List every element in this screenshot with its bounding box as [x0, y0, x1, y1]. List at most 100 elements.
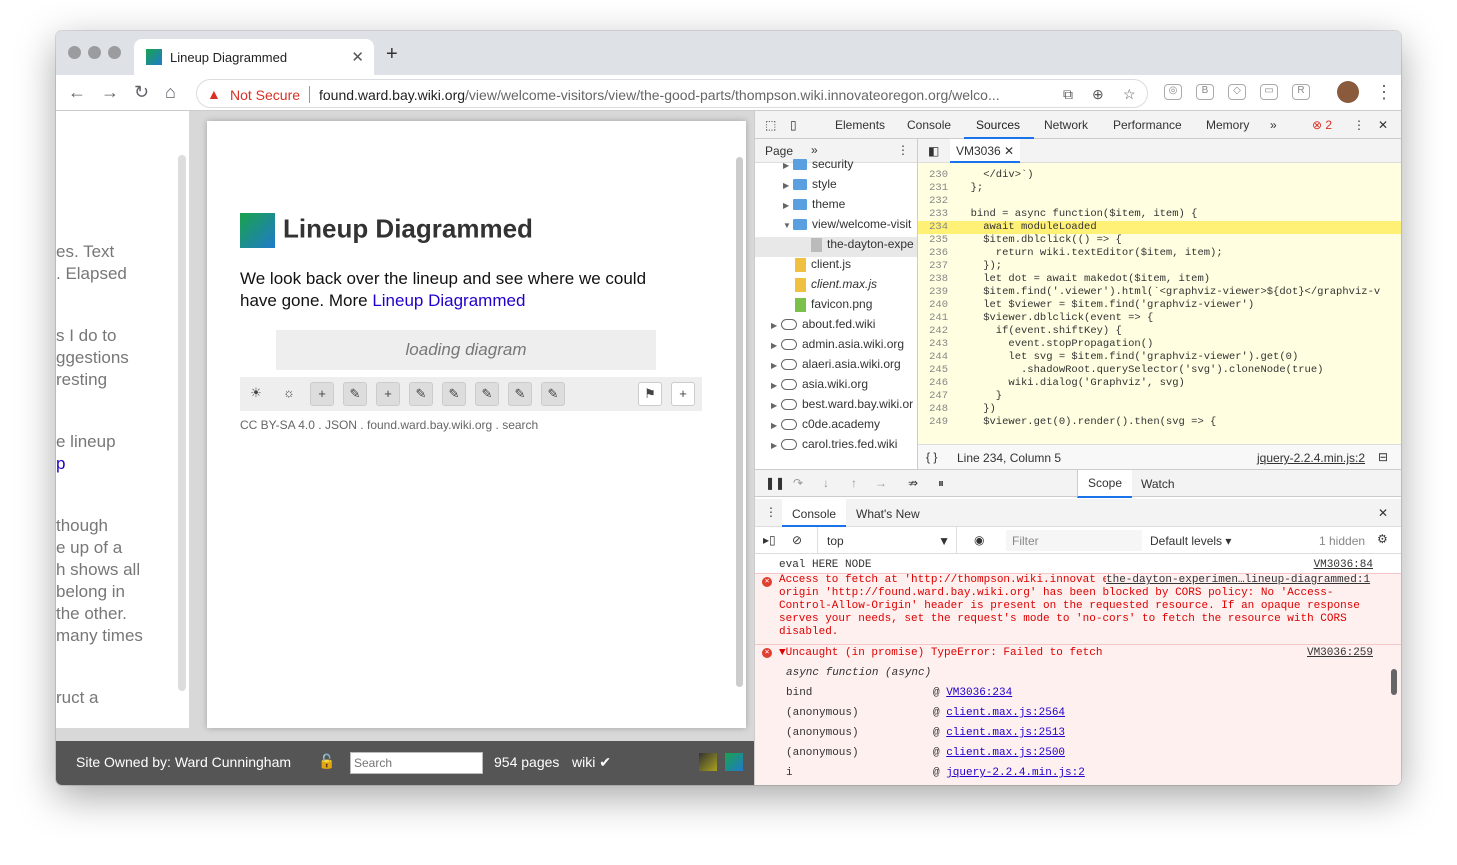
close-drawer-icon[interactable]: ✕ [1378, 506, 1388, 520]
tab-performance[interactable]: Performance [1113, 118, 1182, 132]
line-number[interactable]: 238 [918, 273, 948, 286]
deactivate-breakpoints-icon[interactable]: ⇏ [908, 476, 918, 490]
line-number[interactable]: 242 [918, 325, 948, 338]
left-link-line[interactable]: p [56, 453, 65, 475]
close-devtools-icon[interactable]: ✕ [1378, 118, 1388, 132]
code-line[interactable]: 237 }); [918, 260, 1401, 273]
drawer-menu-icon[interactable]: ⋮ [765, 505, 777, 519]
eye-icon[interactable]: ◉ [974, 533, 984, 547]
tree-folder[interactable]: ▶ theme [755, 197, 917, 217]
line-number[interactable]: 245 [918, 364, 948, 377]
tree-domain[interactable]: ▶ alaeri.asia.wiki.org [755, 357, 917, 377]
tree-folder[interactable]: ▶ style [755, 177, 917, 197]
line-number[interactable]: 244 [918, 351, 948, 364]
coverage-icon[interactable]: ⊟ [1378, 450, 1388, 464]
line-number[interactable]: 240 [918, 299, 948, 312]
code-line[interactable]: 231 }; [918, 182, 1401, 195]
tree-domain[interactable]: ▶ about.fed.wiki [755, 317, 917, 337]
fork-flag-icon[interactable]: ⚑ [638, 382, 662, 406]
extension-icon[interactable]: B [1196, 84, 1214, 100]
tab-console[interactable]: Console [907, 118, 951, 132]
error-count-badge[interactable]: ⊗ 2 [1312, 118, 1332, 132]
lock-icon[interactable]: 🔓 [318, 753, 335, 770]
code-line[interactable]: 235 $item.dblclick(() => { [918, 234, 1401, 247]
home-icon[interactable]: ⌂ [165, 82, 176, 103]
console-scrollbar[interactable] [1391, 669, 1397, 695]
more-tabs-icon[interactable]: » [1270, 118, 1277, 132]
site-link[interactable]: found.ward.bay.wiki.org [367, 418, 492, 432]
source-map-link[interactable]: jquery-2.2.4.min.js:2 [1257, 451, 1365, 465]
code-line[interactable]: 233 bind = async function($item, item) { [918, 208, 1401, 221]
line-number[interactable]: 249 [918, 416, 948, 429]
bookmark-star-icon[interactable]: ☆ [1123, 86, 1136, 103]
reload-icon[interactable]: ↻ [134, 82, 149, 103]
forward-icon[interactable]: → [101, 82, 119, 103]
edit-pencil-icon[interactable]: ✎ [343, 382, 367, 406]
neighbor-flag-icon[interactable] [699, 753, 717, 771]
license-link[interactable]: CC BY-SA 4.0 [240, 418, 315, 432]
edit-pencil-icon[interactable]: ✎ [508, 382, 532, 406]
add-factory-button[interactable]: + [671, 382, 695, 406]
code-line[interactable]: 244 let svg = $item.find('graphviz-viewe… [918, 351, 1401, 364]
context-select[interactable]: top ▼ [817, 527, 957, 554]
stack-location-link[interactable]: VM3036:234 [946, 687, 1012, 699]
step-out-icon[interactable]: ↑ [851, 476, 857, 490]
clear-console-icon[interactable]: ⊘ [792, 533, 802, 547]
url-text[interactable]: found.ward.bay.wiki.org/view/welcome-vis… [319, 87, 1039, 103]
tree-domain[interactable]: ▶ c0de.academy [755, 417, 917, 437]
inspect-icon[interactable]: ⬚ [765, 118, 776, 132]
code-line[interactable]: 239 $item.find('.viewer').html(`<graphvi… [918, 286, 1401, 299]
navigator-menu-icon[interactable]: ⋮ [897, 143, 909, 157]
add-item-button[interactable]: + [310, 382, 334, 406]
code-line[interactable]: 245 .shadowRoot.querySelector('svg').clo… [918, 364, 1401, 377]
tab-watch[interactable]: Watch [1141, 477, 1175, 491]
pause-exceptions-icon[interactable]: ⏸ [938, 476, 944, 491]
code-line[interactable]: 240 let $viewer = $item.find('graphviz-v… [918, 299, 1401, 312]
code-line[interactable]: 230 </div>`) [918, 169, 1401, 182]
sidebar-toggle-icon[interactable]: ▸▯ [763, 533, 776, 547]
tab-elements[interactable]: Elements [835, 118, 885, 132]
step-icon[interactable]: → [875, 476, 887, 490]
tree-domain[interactable]: ▶ carol.tries.fed.wiki [755, 437, 917, 457]
tree-file[interactable]: client.js [755, 257, 917, 277]
extension-icon[interactable]: ◇ [1228, 84, 1246, 100]
zoom-window-button[interactable] [108, 46, 121, 59]
line-number[interactable]: 247 [918, 390, 948, 403]
lineup-diagrammed-link[interactable]: Lineup Diagrammed [372, 291, 525, 310]
log-source-link[interactable]: VM3036:84 [1314, 559, 1373, 572]
pretty-print-icon[interactable]: { } [926, 450, 937, 464]
line-number[interactable]: 239 [918, 286, 948, 299]
new-tab-button[interactable]: + [386, 43, 398, 66]
uncaught-error-text[interactable]: ▼Uncaught (in promise) TypeError: Failed… [779, 645, 1373, 660]
tree-domain[interactable]: ▶ admin.asia.wiki.org [755, 337, 917, 357]
edit-pencil-icon[interactable]: ✎ [541, 382, 565, 406]
line-number[interactable]: 243 [918, 338, 948, 351]
code-line[interactable]: 242 if(event.shiftKey) { [918, 325, 1401, 338]
line-number[interactable]: 246 [918, 377, 948, 390]
stack-location-link[interactable]: client.max.js:2564 [946, 707, 1065, 719]
line-number[interactable]: 237 [918, 260, 948, 273]
code-line[interactable]: 249 $viewer.get(0).render().then(svg => … [918, 416, 1401, 429]
line-number[interactable]: 230 [918, 169, 948, 182]
stack-location-link[interactable]: jquery-2.2.4.min.js:2 [946, 767, 1085, 779]
tree-file[interactable]: favicon.png [755, 297, 917, 317]
code-area[interactable]: 230 </div>`) 231 }; 232 233 bind = async fu… [918, 163, 1401, 444]
menu-kebab-icon[interactable]: ⋮ [1375, 82, 1393, 103]
edit-pencil-icon[interactable]: ✎ [409, 382, 433, 406]
stack-location-link[interactable]: client.max.js:2500 [946, 747, 1065, 759]
close-file-icon[interactable]: ✕ [1004, 144, 1014, 158]
tree-folder[interactable]: ▶ security [755, 157, 917, 177]
tab-network[interactable]: Network [1044, 118, 1088, 132]
previous-page-pane[interactable]: es. Text . Elapsed s I do to ggestions r… [56, 111, 189, 728]
code-line[interactable]: 241 $viewer.dblclick(event => { [918, 312, 1401, 325]
code-line[interactable]: 232 [918, 195, 1401, 208]
code-line[interactable]: 238 let dot = await makedot($item, item) [918, 273, 1401, 286]
tree-domain[interactable]: ▶ best.ward.bay.wiki.or [755, 397, 917, 417]
drawer-tab-whats-new[interactable]: What's New [856, 507, 920, 521]
line-number[interactable]: 234 [918, 221, 948, 234]
edit-pencil-icon[interactable]: ✎ [475, 382, 499, 406]
json-link[interactable]: JSON [325, 418, 357, 432]
line-number[interactable]: 232 [918, 195, 948, 208]
page-tab[interactable]: Page [765, 144, 793, 158]
tab-scope[interactable]: Scope [1077, 470, 1132, 498]
